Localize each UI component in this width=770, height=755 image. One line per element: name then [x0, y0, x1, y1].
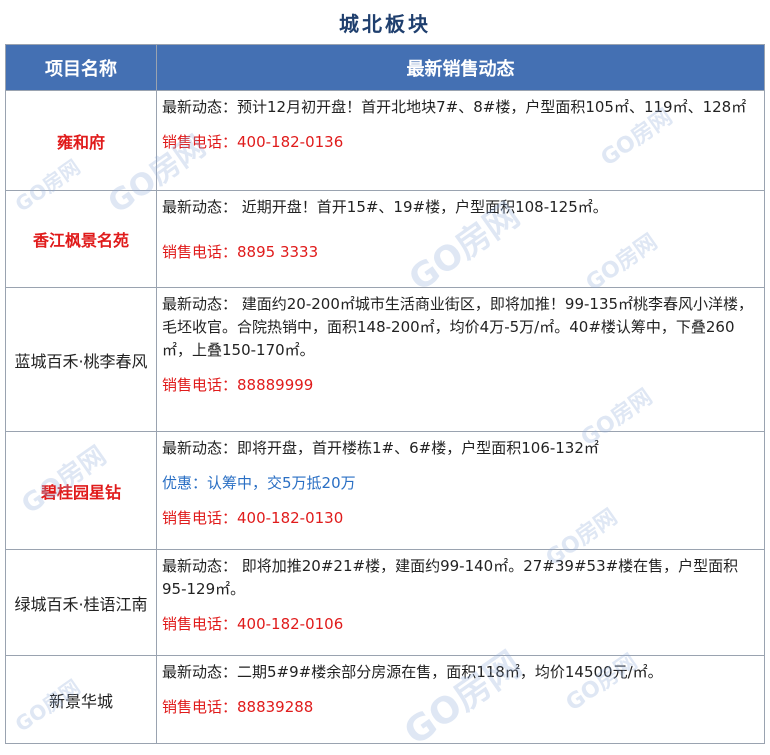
table-row: 新景华城 最新动态：二期5#9#楼余部分房源在售，面积118㎡，均价14500元… — [5, 655, 765, 744]
sales-phone: 销售电话：8895 3333 — [162, 243, 319, 261]
sales-table: 项目名称 最新销售动态 雍和府 最新动态：预计12月初开盘！首开北地块7#、8#… — [5, 44, 765, 744]
project-name: 蓝城百禾·桃李春风 — [5, 287, 157, 432]
project-detail: 最新动态： 近期开盘！首开15#、19#楼，户型面积108-125㎡。 销售电话… — [156, 190, 765, 288]
page-title: 城北板块 — [339, 11, 431, 36]
news-text: 最新动态： 近期开盘！首开15#、19#楼，户型面积108-125㎡。 — [162, 198, 608, 216]
table-header-row: 项目名称 最新销售动态 — [5, 44, 765, 91]
news-text: 最新动态：预计12月初开盘！首开北地块7#、8#楼，户型面积105㎡、119㎡、… — [162, 98, 747, 116]
sales-phone: 销售电话：88889999 — [162, 376, 314, 394]
header-sales-news: 最新销售动态 — [156, 44, 765, 91]
sales-phone: 销售电话：400-182-0130 — [162, 509, 344, 527]
project-detail: 最新动态：即将开盘，首开楼栋1#、6#楼，户型面积106-132㎡ 优惠：认筹中… — [156, 431, 765, 550]
news-text: 最新动态：二期5#9#楼余部分房源在售，面积118㎡，均价14500元/㎡。 — [162, 663, 663, 681]
project-name: 绿城百禾·桂语江南 — [5, 549, 157, 656]
sales-phone: 销售电话：400-182-0106 — [162, 615, 344, 633]
project-name: 碧桂园星钻 — [5, 431, 157, 550]
news-text: 最新动态：即将开盘，首开楼栋1#、6#楼，户型面积106-132㎡ — [162, 439, 599, 457]
project-name: 雍和府 — [5, 90, 157, 191]
project-detail: 最新动态： 建面约20-200㎡城市生活商业街区，即将加推！99-135㎡桃李春… — [156, 287, 765, 432]
promo-text: 优惠：认筹中，交5万抵20万 — [162, 474, 356, 492]
news-text: 最新动态： 建面约20-200㎡城市生活商业街区，即将加推！99-135㎡桃李春… — [162, 295, 754, 359]
sales-phone: 销售电话：400-182-0136 — [162, 133, 344, 151]
project-detail: 最新动态：预计12月初开盘！首开北地块7#、8#楼，户型面积105㎡、119㎡、… — [156, 90, 765, 191]
project-name: 新景华城 — [5, 655, 157, 744]
project-detail: 最新动态：二期5#9#楼余部分房源在售，面积118㎡，均价14500元/㎡。 销… — [156, 655, 765, 744]
table-row: 绿城百禾·桂语江南 最新动态： 即将加推20#21#楼，建面约99-140㎡。2… — [5, 549, 765, 656]
table-row: 蓝城百禾·桃李春风 最新动态： 建面约20-200㎡城市生活商业街区，即将加推！… — [5, 287, 765, 432]
table-row: 香江枫景名苑 最新动态： 近期开盘！首开15#、19#楼，户型面积108-125… — [5, 190, 765, 288]
table-row: 雍和府 最新动态：预计12月初开盘！首开北地块7#、8#楼，户型面积105㎡、1… — [5, 90, 765, 191]
project-name: 香江枫景名苑 — [5, 190, 157, 288]
project-detail: 最新动态： 即将加推20#21#楼，建面约99-140㎡。27#39#53#楼在… — [156, 549, 765, 656]
news-text: 最新动态： 即将加推20#21#楼，建面约99-140㎡。27#39#53#楼在… — [162, 557, 739, 598]
header-project-name: 项目名称 — [5, 44, 157, 91]
sales-phone: 销售电话：88839288 — [162, 698, 314, 716]
table-row: 碧桂园星钻 最新动态：即将开盘，首开楼栋1#、6#楼，户型面积106-132㎡ … — [5, 431, 765, 550]
